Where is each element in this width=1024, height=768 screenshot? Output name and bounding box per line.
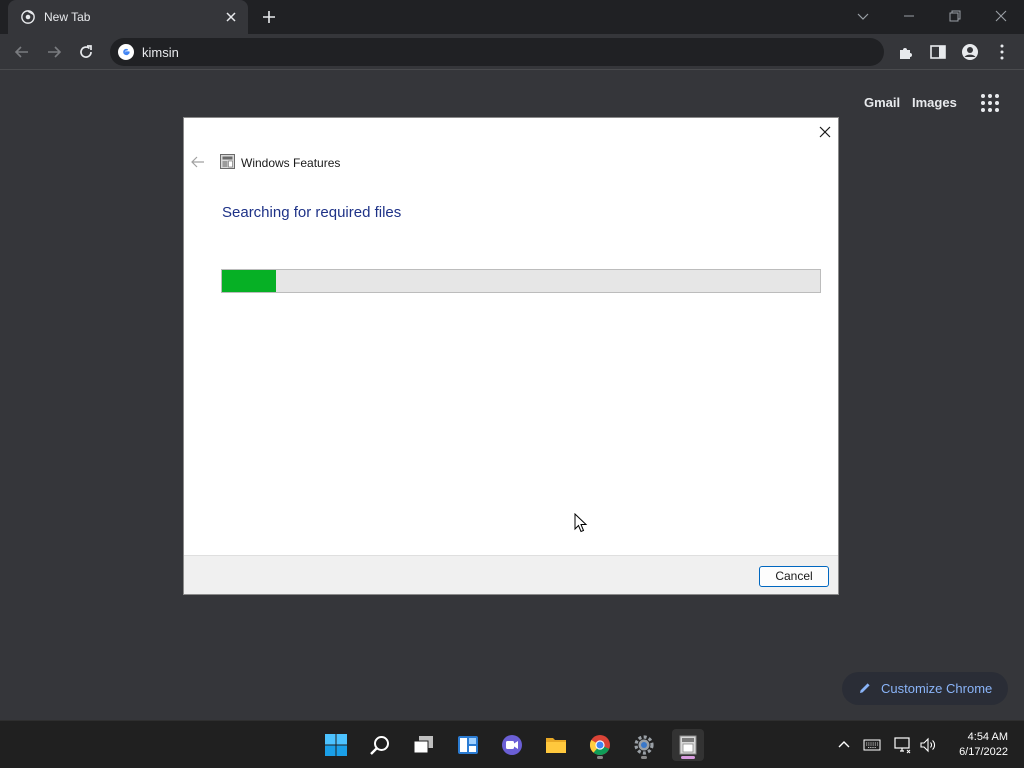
task-view-icon <box>413 736 433 754</box>
taskbar: 4:54 AM 6/17/2022 <box>0 720 1024 768</box>
network-icon[interactable] <box>894 736 912 754</box>
tab-new-tab[interactable]: New Tab <box>8 0 248 34</box>
address-bar[interactable]: kimsin <box>110 38 884 66</box>
search-icon <box>370 736 389 755</box>
forward-icon[interactable] <box>44 42 64 62</box>
new-tab-icon[interactable] <box>260 8 278 26</box>
windows-features-icon <box>679 735 697 755</box>
file-explorer-icon <box>546 738 566 753</box>
windows-features-icon <box>220 154 235 169</box>
reload-icon[interactable] <box>76 42 96 62</box>
restore-icon[interactable] <box>945 6 965 26</box>
chrome-icon <box>589 735 610 755</box>
start-button[interactable] <box>320 729 352 761</box>
close-icon[interactable] <box>817 124 833 140</box>
cancel-button[interactable]: Cancel <box>759 566 829 587</box>
widgets-icon <box>458 736 478 754</box>
windows-features-taskbar-button[interactable] <box>672 729 704 761</box>
customize-chrome-button[interactable]: Customize Chrome <box>842 672 1008 705</box>
mouse-cursor-icon <box>574 513 588 533</box>
chrome-icon <box>21 10 35 24</box>
back-icon[interactable] <box>12 42 32 62</box>
clock[interactable]: 4:54 AM 6/17/2022 <box>946 730 1008 760</box>
google-icon <box>118 44 134 60</box>
volume-icon[interactable] <box>919 736 937 754</box>
minimize-icon[interactable] <box>899 6 919 26</box>
dialog-title: Windows Features <box>241 156 341 170</box>
search-button[interactable] <box>364 729 396 761</box>
chrome-button[interactable] <box>584 729 616 761</box>
keyboard-icon[interactable] <box>863 736 881 754</box>
side-panel-icon[interactable] <box>928 42 948 62</box>
settings-button[interactable] <box>628 729 660 761</box>
chevron-up-icon[interactable] <box>835 736 853 754</box>
windows-features-dialog: Windows Features Searching for required … <box>183 117 839 595</box>
menu-kebab-icon[interactable] <box>992 42 1012 62</box>
clock-time: 4:54 AM <box>967 731 1008 743</box>
active-indicator <box>681 756 695 759</box>
close-window-icon[interactable] <box>991 6 1011 26</box>
widgets-button[interactable] <box>452 729 484 761</box>
chat-button[interactable] <box>496 729 528 761</box>
status-heading: Searching for required files <box>222 204 402 221</box>
title-bar: New Tab <box>0 0 1024 34</box>
back-arrow-icon[interactable] <box>190 155 206 169</box>
pencil-icon <box>860 683 870 693</box>
clock-date: 6/17/2022 <box>959 746 1008 758</box>
settings-icon <box>634 735 654 755</box>
profile-icon[interactable] <box>960 42 980 62</box>
chevron-down-icon[interactable] <box>853 6 873 26</box>
progress-bar <box>221 269 821 293</box>
google-apps-icon[interactable] <box>980 93 1000 113</box>
progress-fill <box>222 270 276 292</box>
browser-toolbar: kimsin <box>0 34 1024 70</box>
dialog-footer: Cancel <box>184 555 838 594</box>
address-text: kimsin <box>142 45 179 60</box>
close-tab-icon[interactable] <box>222 8 240 26</box>
images-link[interactable]: Images <box>912 95 957 110</box>
start-icon <box>325 734 347 756</box>
file-explorer-button[interactable] <box>540 729 572 761</box>
customize-chrome-label: Customize Chrome <box>881 681 993 696</box>
chat-icon <box>502 735 522 755</box>
running-indicator <box>641 756 647 759</box>
task-view-button[interactable] <box>408 729 440 761</box>
extensions-icon[interactable] <box>896 42 916 62</box>
gmail-link[interactable]: Gmail <box>864 95 900 110</box>
tab-title: New Tab <box>44 10 91 24</box>
running-indicator <box>597 756 603 759</box>
